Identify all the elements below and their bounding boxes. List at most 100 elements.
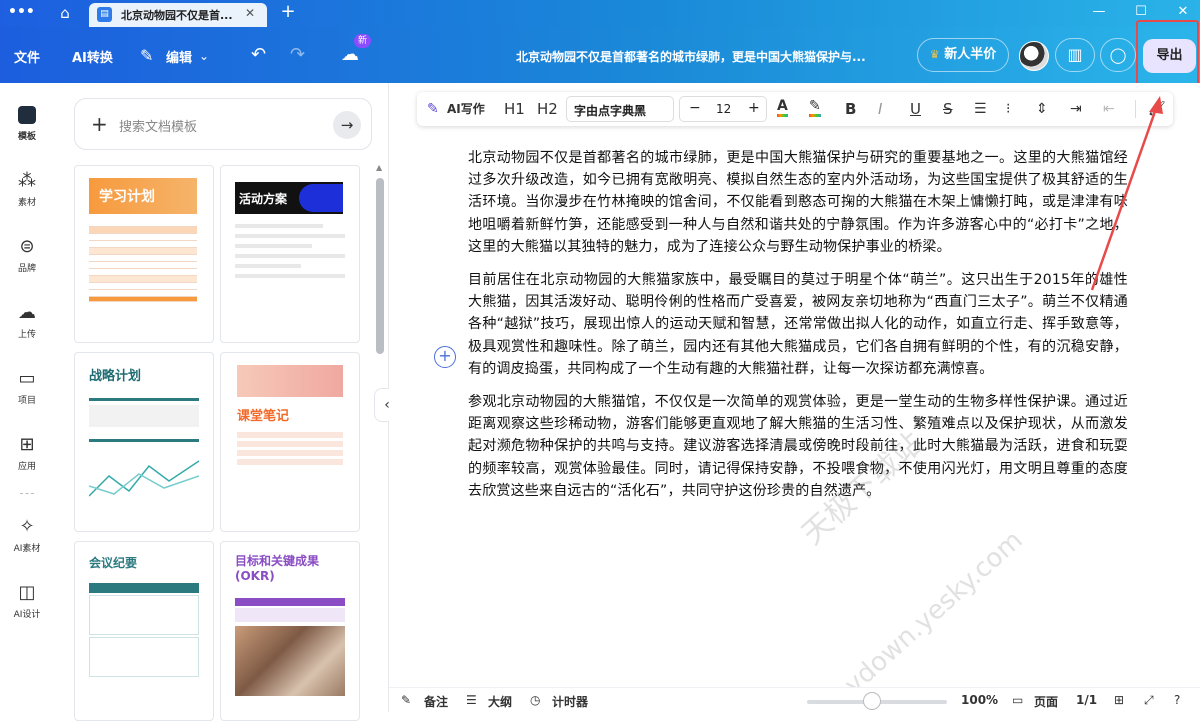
italic-icon[interactable]: I [878,99,882,119]
align-left-icon[interactable]: ☰ [974,99,987,119]
font-color-icon[interactable]: A [777,99,788,117]
search-input[interactable]: 搜索文档模板 [119,116,197,135]
heading1-button[interactable]: H1 [504,99,525,119]
template-card[interactable]: 目标和关键成果 (OKR) [220,541,360,721]
comment-icon[interactable]: ◯ [1100,38,1136,72]
template-card[interactable]: 活动方案 [220,165,360,343]
bold-icon[interactable]: B [845,99,856,119]
left-nav: 模板 ⁂ 素材 ⊜ 品牌 ☁ 上传 ▭ 项目 ⊞ 应用 ✧ AI素材 ◫ AI设… [0,83,54,712]
line-chart-thumbnail [88,460,200,497]
template-title: 会议纪要 [89,556,138,570]
format-painter-icon[interactable]: 🖌 [1148,99,1166,119]
notes-button[interactable]: 备注 [424,693,448,710]
title-bar: ••• ⌂ ▤ 北京动物园不仅是首... ✕ + — ☐ ✕ [0,0,1200,27]
underline-icon[interactable]: U [910,99,921,119]
line-spacing-icon[interactable]: ⇕ [1036,99,1048,119]
nav-label: 上传 [17,330,36,340]
redo-icon[interactable]: ↷ [290,45,305,65]
notes-icon: ✎ [401,693,412,707]
template-title: 目标和关键成果 (OKR) [235,554,320,583]
nav-label: 素材 [17,198,36,208]
grid-view-icon[interactable]: ⊞ [1114,693,1124,707]
add-block-icon[interactable]: + [434,346,456,368]
pen-icon: ✎ [140,46,154,65]
scroll-up-icon[interactable]: ▲ [376,163,382,172]
nav-item-ai-design[interactable]: ◫ AI设计 [0,581,54,620]
nav-item-ai-assets[interactable]: ✧ AI素材 [0,515,54,554]
chart-icon[interactable]: ▥ [1055,38,1095,72]
highlight-icon[interactable]: ✎ [809,99,821,117]
template-title: 学习计划 [89,178,197,214]
page-view-button[interactable]: 页面 [1034,693,1058,710]
help-icon[interactable]: ? [1174,693,1180,707]
upload-icon: ☁ [18,302,36,323]
panel-scrollbar[interactable] [376,178,384,354]
outline-button[interactable]: 大纲 [488,693,512,710]
outline-icon: ☰ [466,693,477,707]
nav-item-templates[interactable]: 模板 [0,103,54,142]
promo-button[interactable]: ♛ 新人半价 [917,38,1009,72]
heading2-button[interactable]: H2 [537,99,558,119]
menu-dots-icon[interactable]: ••• [8,4,35,22]
nav-item-upload[interactable]: ☁ 上传 [0,301,54,340]
close-button[interactable]: ✕ [1170,2,1196,22]
zoom-slider-handle[interactable] [863,692,881,710]
page-icon: ▭ [1012,693,1024,707]
ai-design-icon: ◫ [18,582,36,603]
maximize-button[interactable]: ☐ [1128,2,1154,22]
size-decrease-button[interactable]: − [689,100,701,116]
chevron-down-icon: ⌄ [199,49,210,63]
zoom-level[interactable]: 100% [961,693,998,707]
minimize-button[interactable]: — [1086,2,1112,22]
brand-icon: ⊜ [19,236,35,257]
template-title: 课堂笔记 [237,409,290,424]
cloud-sync-icon[interactable]: ☁ [341,45,359,65]
nav-item-apps[interactable]: ⊞ 应用 [0,433,54,472]
nav-item-brand[interactable]: ⊜ 品牌 [0,235,54,274]
template-card[interactable]: 课堂笔记 [220,352,360,532]
nav-label: AI素材 [13,544,41,554]
tab-document[interactable]: ▤ 北京动物园不仅是首... ✕ [89,3,267,27]
avatar[interactable] [1019,41,1049,71]
indent-icon[interactable]: ⇥ [1070,99,1082,119]
template-title: 战略计划 [89,369,142,384]
nav-label: 品牌 [17,264,36,274]
folder-icon: ▭ [18,368,36,389]
tab-close-icon[interactable]: ✕ [245,6,255,20]
home-icon[interactable]: ⌂ [54,3,76,23]
undo-icon[interactable]: ↶ [251,45,266,65]
nav-label: AI设计 [13,610,41,620]
font-select[interactable]: 字由点字典黑 [566,96,674,122]
template-card[interactable]: 战略计划 [74,352,214,532]
page-count: 1/1 [1076,693,1098,707]
nav-item-assets[interactable]: ⁂ 素材 [0,169,54,208]
timer-button[interactable]: 计时器 [552,693,588,710]
template-search[interactable]: + 搜索文档模板 → [74,98,372,150]
assets-icon: ⁂ [18,170,36,191]
nav-divider [20,493,34,494]
nav-item-projects[interactable]: ▭ 项目 [0,367,54,406]
paragraph[interactable]: 北京动物园不仅是首都著名的城市绿肺，更是中国大熊猫保护与研究的重要基地之一。这里… [468,147,1128,258]
template-thumbnail [237,365,343,397]
template-card[interactable]: 学习计划 [74,165,214,343]
bullet-list-icon[interactable]: ⁝ [1006,99,1010,119]
strikethrough-icon[interactable]: S [943,99,953,119]
paragraph[interactable]: 目前居住在北京动物园的大熊猫家族中，最受瞩目的莫过于明星个体“萌兰”。这只出生于… [468,269,1128,380]
arrow-right-icon[interactable]: → [333,111,361,139]
file-menu[interactable]: 文件 [14,47,40,66]
plus-icon: + [91,112,108,136]
size-increase-button[interactable]: + [748,100,760,116]
ai-write-button[interactable]: AI写作 [447,99,485,119]
template-card[interactable]: 会议纪要 [74,541,214,721]
document-body[interactable]: 北京动物园不仅是首都著名的城市绿肺，更是中国大熊猫保护与研究的重要基地之一。这里… [468,147,1128,513]
font-size-value[interactable]: 12 [716,102,731,116]
crown-icon: ♛ [929,48,940,61]
document-title[interactable]: 北京动物园不仅是首都著名的城市绿肺，更是中国大熊猫保护与... [516,48,892,65]
doc-icon: ▤ [97,7,112,22]
outdent-icon[interactable]: ⇤ [1103,99,1115,119]
ai-convert-menu[interactable]: AI转换 [72,47,113,66]
paragraph[interactable]: 参观北京动物园的大熊猫馆，不仅仅是一次简单的观赏体验，更是一堂生动的生物多样性保… [468,391,1128,502]
edit-menu[interactable]: 编辑 [166,47,192,66]
new-tab-button[interactable]: + [278,1,298,23]
fullscreen-icon[interactable]: ⤢ [1144,693,1154,708]
